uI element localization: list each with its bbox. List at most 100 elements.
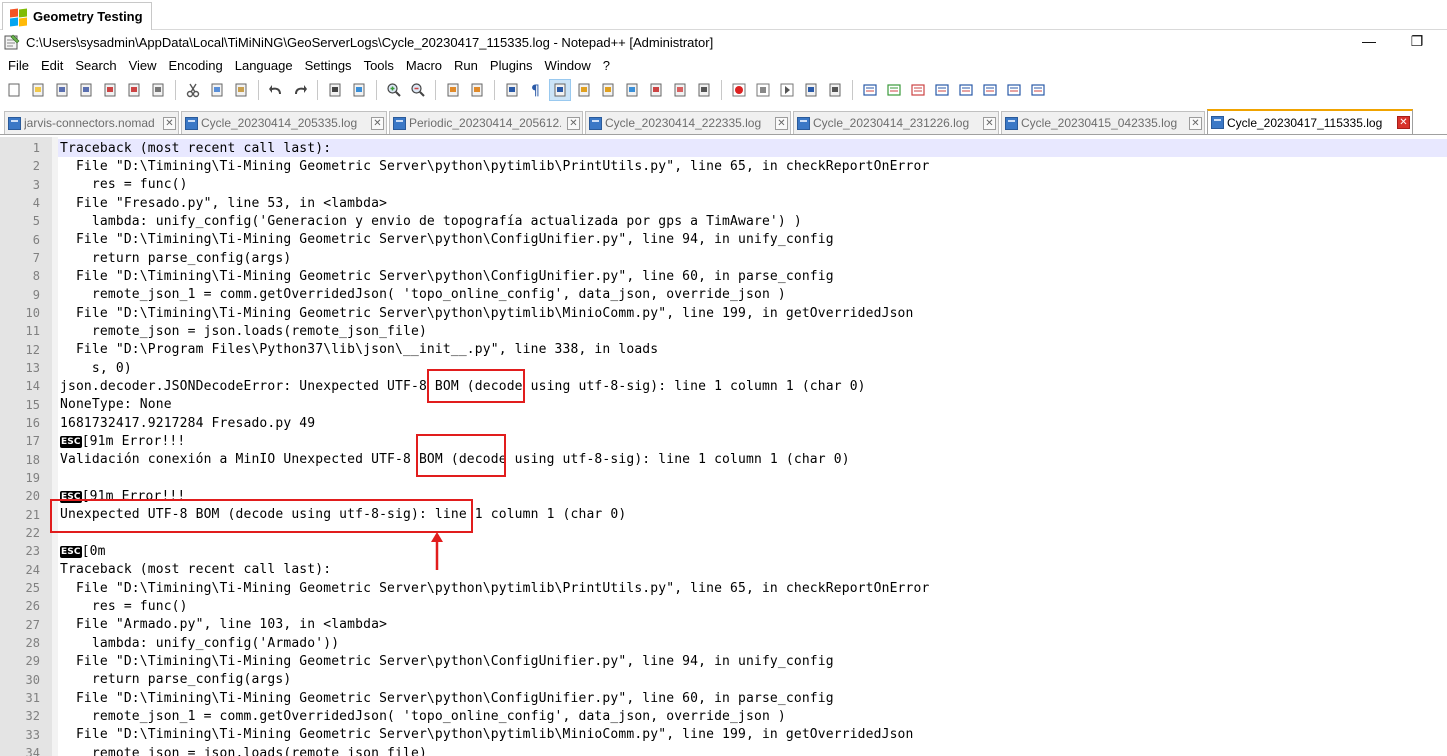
menu-run[interactable]: Run — [448, 56, 484, 76]
indent-guide-button[interactable] — [549, 79, 571, 101]
line-content: Validación conexión a MinIO Unexpected U… — [60, 452, 850, 468]
menu-language[interactable]: Language — [229, 56, 299, 76]
doc-map-button[interactable] — [597, 79, 619, 101]
menu-settings[interactable]: Settings — [299, 56, 358, 76]
file-tab[interactable]: Cycle_20230417_115335.log ✕ — [1207, 109, 1413, 134]
play-macro-button[interactable] — [776, 79, 798, 101]
undo-button[interactable] — [265, 79, 287, 101]
line-number: 27 — [25, 617, 40, 632]
find-button[interactable] — [324, 79, 346, 101]
udl-button[interactable] — [573, 79, 595, 101]
sync-vertical-button[interactable] — [442, 79, 464, 101]
monitoring-button[interactable] — [693, 79, 715, 101]
esc-control-char: ESC — [60, 545, 82, 558]
folder-as-workspace-button[interactable] — [669, 79, 691, 101]
plugin-g-button[interactable] — [1003, 79, 1025, 101]
saved-file-icon — [1005, 116, 1018, 130]
copy-button[interactable] — [206, 79, 228, 101]
zoom-out-button[interactable] — [407, 79, 429, 101]
editor-line: 6 File "D:\Timining\Ti-Mining Geometric … — [0, 231, 1447, 249]
record-macro-button[interactable] — [728, 79, 750, 101]
plugin-f-button[interactable] — [979, 79, 1001, 101]
menu-edit[interactable]: Edit — [35, 56, 69, 76]
line-text: json.decoder.JSONDecodeError: Unexpected… — [60, 379, 866, 394]
editor-line: 29 File "D:\Timining\Ti-Mining Geometric… — [0, 652, 1447, 670]
line-text: ESC[0m — [60, 544, 106, 559]
close-button[interactable] — [99, 79, 121, 101]
plugin-a-button[interactable] — [859, 79, 881, 101]
print-button[interactable] — [147, 79, 169, 101]
sync-horizontal-button[interactable] — [466, 79, 488, 101]
save-button[interactable] — [51, 79, 73, 101]
close-tab-icon[interactable]: ✕ — [371, 116, 384, 130]
line-content: res = func() — [60, 177, 188, 193]
file-tab[interactable]: jarvis-connectors.nomad ✕ — [4, 111, 179, 134]
close-tab-icon[interactable]: ✕ — [1397, 116, 1410, 129]
restore-button[interactable]: ❐ — [1394, 30, 1440, 52]
monitoring-icon — [698, 83, 710, 97]
plugin-h-button[interactable] — [1027, 79, 1049, 101]
close-tab-icon[interactable]: ✕ — [567, 116, 580, 130]
zoom-in-button[interactable] — [383, 79, 405, 101]
close-tab-icon[interactable]: ✕ — [775, 116, 788, 130]
line-number: 21 — [25, 507, 40, 522]
file-tab[interactable]: Cycle_20230415_042335.log ✕ — [1001, 111, 1205, 134]
notepad-plus-plus-icon — [4, 34, 20, 50]
replace-button[interactable] — [348, 79, 370, 101]
plugin-d-button[interactable] — [931, 79, 953, 101]
menu-plugins[interactable]: Plugins — [484, 56, 539, 76]
new-file-icon — [8, 83, 20, 97]
word-wrap-button[interactable] — [501, 79, 523, 101]
close-all-icon — [128, 83, 140, 97]
new-file-button[interactable] — [3, 79, 25, 101]
editor-line: 32 remote_json_1 = comm.getOverridedJson… — [0, 707, 1447, 725]
line-number: 1 — [32, 141, 40, 156]
file-tab-label: Cycle_20230414_231226.log — [813, 116, 970, 130]
toolbar-separator — [852, 80, 853, 100]
run-macro-multiple-button[interactable] — [800, 79, 822, 101]
line-text: File "Fresado.py", line 53, in <lambda> — [60, 196, 387, 211]
line-text: remote_json_1 = comm.getOverridedJson( '… — [60, 709, 786, 724]
line-text: ESC[91m Error!!! — [60, 489, 185, 504]
close-tab-icon[interactable]: ✕ — [1189, 116, 1202, 130]
outer-tab-geometry-testing[interactable]: Geometry Testing — [2, 2, 152, 30]
close-tab-icon[interactable]: ✕ — [983, 116, 996, 130]
toolbar-separator — [721, 80, 722, 100]
redo-button[interactable] — [289, 79, 311, 101]
minimize-button[interactable]: — — [1346, 30, 1392, 52]
editor[interactable]: 1 Traceback (most recent call last): 2 Fil… — [0, 137, 1447, 756]
function-list-button[interactable] — [645, 79, 667, 101]
plugin-c-button[interactable] — [907, 79, 929, 101]
menu-encoding[interactable]: Encoding — [163, 56, 229, 76]
close-tab-icon[interactable]: ✕ — [163, 116, 176, 130]
menu-macro[interactable]: Macro — [400, 56, 448, 76]
doc-list-button[interactable] — [621, 79, 643, 101]
save-all-button[interactable] — [75, 79, 97, 101]
plugin-e-button[interactable] — [955, 79, 977, 101]
show-all-chars-button[interactable]: ¶ — [525, 79, 547, 101]
paste-button[interactable] — [230, 79, 252, 101]
file-tab[interactable]: Cycle_20230414_222335.log ✕ — [585, 111, 791, 134]
line-number: 34 — [25, 746, 40, 756]
file-tab[interactable]: Cycle_20230414_205335.log ✕ — [181, 111, 387, 134]
doc-map-icon — [602, 83, 614, 97]
plugin-b-button[interactable] — [883, 79, 905, 101]
menu-window[interactable]: Window — [539, 56, 597, 76]
line-content: remote_json_1 = comm.getOverridedJson( '… — [60, 708, 786, 724]
file-tab[interactable]: Cycle_20230414_231226.log ✕ — [793, 111, 999, 134]
menu-view[interactable]: View — [123, 56, 163, 76]
menu-file[interactable]: File — [2, 56, 35, 76]
line-text: Traceback (most recent call last): — [60, 562, 331, 577]
stop-recording-button[interactable] — [752, 79, 774, 101]
close-all-button[interactable] — [123, 79, 145, 101]
menu-help[interactable]: ? — [597, 56, 616, 76]
file-tab[interactable]: Periodic_20230414_205612.log ✕ — [389, 111, 583, 134]
save-macro-button[interactable] — [824, 79, 846, 101]
menu-search[interactable]: Search — [69, 56, 122, 76]
outer-tab-bar: Geometry Testing — [0, 0, 1447, 30]
menu-tools[interactable]: Tools — [358, 56, 400, 76]
open-file-button[interactable] — [27, 79, 49, 101]
cut-button[interactable] — [182, 79, 204, 101]
line-number: 3 — [32, 177, 40, 192]
line-content: File "D:\Timining\Ti-Mining Geometric Se… — [60, 232, 834, 248]
